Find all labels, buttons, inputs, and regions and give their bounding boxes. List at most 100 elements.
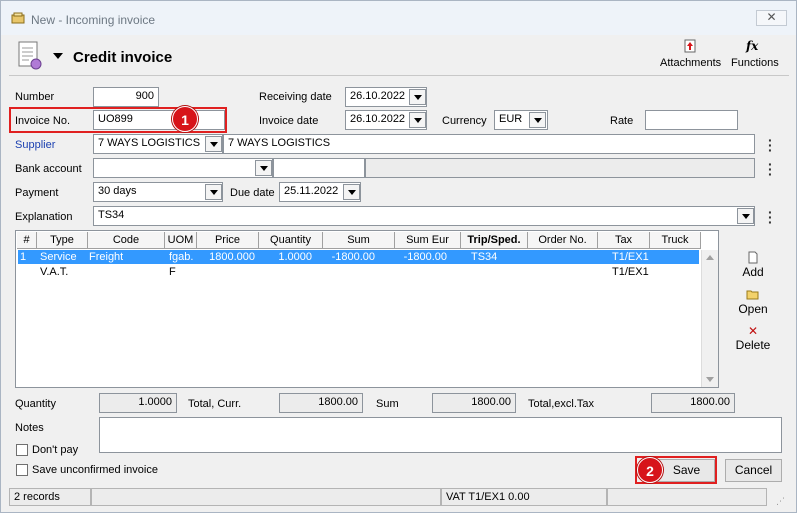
attachment-icon[interactable]	[683, 39, 697, 53]
rate-label: Rate	[610, 115, 634, 127]
cell-tax: T1/EX1	[612, 251, 649, 263]
payment-dropdown[interactable]	[205, 184, 222, 200]
explanation-label: Explanation	[15, 211, 73, 223]
chevron-down-icon	[347, 189, 356, 195]
cell-uom: fgab.	[169, 251, 194, 263]
col-header-order-no[interactable]: Order No.	[528, 232, 598, 249]
title-dropdown-icon[interactable]	[53, 53, 63, 59]
status-vat: VAT T1/EX1 0.00	[441, 488, 607, 506]
cell-code: Freight	[89, 251, 124, 263]
cell-sum-eur: -1800.00	[403, 251, 447, 263]
table-vertical-scrollbar[interactable]	[701, 250, 718, 387]
cell-sum	[323, 266, 375, 279]
col-header-trip-sped[interactable]: Trip/Sped.	[461, 232, 528, 249]
scroll-down-icon[interactable]	[706, 377, 714, 382]
col-header-uom[interactable]: UOM	[165, 232, 197, 249]
cell-price: 1800.000	[209, 251, 255, 263]
payment-select[interactable]: 30 days	[93, 182, 223, 202]
close-button[interactable]: ✕	[756, 10, 787, 26]
col-header-sum[interactable]: Sum	[323, 232, 395, 249]
invoice-lines-table[interactable]: # Type Code UOM Price Quantity Sum Sum E…	[15, 230, 719, 388]
receiving-date-label: Receiving date	[259, 91, 332, 103]
quantity-total-field: 1.0000	[99, 393, 177, 413]
cell-sum: -1800.00	[331, 251, 375, 263]
dont-pay-checkbox[interactable]	[16, 444, 28, 456]
bank-account-details	[365, 158, 755, 178]
delete-button[interactable]: ✕ Delete	[723, 324, 783, 352]
chevron-down-icon	[413, 94, 422, 100]
cell-sum-eur	[395, 266, 447, 279]
page-title: Credit invoice	[73, 49, 173, 66]
due-date-label: Due date	[230, 187, 275, 199]
explanation-dropdown[interactable]	[737, 208, 754, 224]
supplier-dropdown[interactable]	[205, 136, 222, 152]
payment-label: Payment	[15, 187, 59, 199]
add-icon	[723, 251, 783, 265]
attachments-button[interactable]: Attachments	[660, 57, 721, 69]
add-button[interactable]: Add	[723, 251, 783, 279]
save-unconfirmed-checkbox[interactable]	[16, 464, 28, 476]
sum-field: 1800.00	[432, 393, 516, 413]
scroll-up-icon[interactable]	[706, 255, 714, 260]
number-label: Number	[15, 91, 55, 103]
col-header-quantity[interactable]: Quantity	[259, 232, 323, 249]
open-folder-icon	[723, 288, 783, 302]
total-excl-tax-field: 1800.00	[651, 393, 735, 413]
quantity-total-label: Quantity	[15, 398, 56, 410]
supplier-code-value: 7 WAYS LOGISTICS	[98, 137, 201, 149]
total-excl-tax-label: Total,excl.Tax	[528, 398, 595, 410]
supplier-link[interactable]: Supplier	[15, 139, 55, 151]
chevron-down-icon	[209, 141, 218, 147]
invoice-date-dropdown[interactable]	[409, 112, 426, 128]
add-label: Add	[742, 265, 764, 279]
functions-icon[interactable]: fx	[746, 39, 758, 53]
currency-label: Currency	[442, 115, 487, 127]
status-records: 2 records	[9, 488, 91, 506]
total-curr-label: Total, Curr.	[188, 398, 242, 410]
col-header-tax[interactable]: Tax	[598, 232, 650, 249]
number-field[interactable]: 900	[93, 87, 159, 107]
explanation-more-icon[interactable]: · · ·	[768, 205, 773, 229]
chevron-down-icon	[413, 117, 422, 123]
close-icon: ✕	[766, 10, 777, 24]
explanation-field[interactable]: TS34	[93, 206, 755, 226]
window-title: New - Incoming invoice	[31, 13, 156, 27]
bank-account-field[interactable]	[93, 158, 273, 178]
delete-label: Delete	[735, 338, 771, 352]
col-header-truck[interactable]: Truck	[650, 232, 701, 249]
col-header-type[interactable]: Type	[37, 232, 88, 249]
col-header-price[interactable]: Price	[197, 232, 259, 249]
receiving-date-dropdown[interactable]	[409, 89, 426, 105]
open-label: Open	[738, 302, 768, 316]
supplier-more-icon[interactable]: · · ·	[768, 133, 773, 157]
status-empty-1	[91, 488, 441, 506]
bank-account-dropdown[interactable]	[255, 160, 272, 176]
col-header-sum-eur[interactable]: Sum Eur	[395, 232, 461, 249]
col-header-code[interactable]: Code	[88, 232, 165, 249]
cancel-button[interactable]: Cancel	[725, 459, 782, 482]
callout-1-badge: 1	[172, 106, 198, 132]
supplier-code-field[interactable]: 7 WAYS LOGISTICS	[93, 134, 223, 154]
invoice-date-value: 26.10.2022	[350, 113, 406, 125]
due-date-dropdown[interactable]	[343, 184, 360, 200]
open-button[interactable]: Open	[723, 288, 783, 316]
cell-trip-sped: TS34	[471, 251, 498, 263]
rate-field[interactable]	[645, 110, 738, 130]
currency-value: EUR	[499, 113, 523, 125]
callout-2-badge: 2	[637, 457, 663, 483]
dont-pay-label: Don't pay	[32, 444, 79, 456]
chevron-down-icon	[259, 165, 268, 171]
bank-account-more-icon[interactable]: · · ·	[768, 157, 773, 181]
incoming-invoice-window: New - Incoming invoice ✕ Credit invoice …	[0, 0, 797, 513]
app-icon	[11, 12, 25, 24]
currency-dropdown[interactable]	[529, 112, 546, 128]
cell-uom: F	[169, 266, 176, 278]
payment-value: 30 days	[98, 185, 137, 197]
supplier-name-field[interactable]: 7 WAYS LOGISTICS	[223, 134, 755, 154]
col-header-number[interactable]: #	[17, 232, 37, 249]
functions-button[interactable]: Functions	[731, 57, 779, 69]
resize-grip-icon[interactable]: ⋰	[776, 496, 788, 508]
notes-label: Notes	[15, 422, 44, 434]
bank-account-extra-field[interactable]	[273, 158, 365, 178]
notes-textarea[interactable]	[99, 417, 782, 453]
